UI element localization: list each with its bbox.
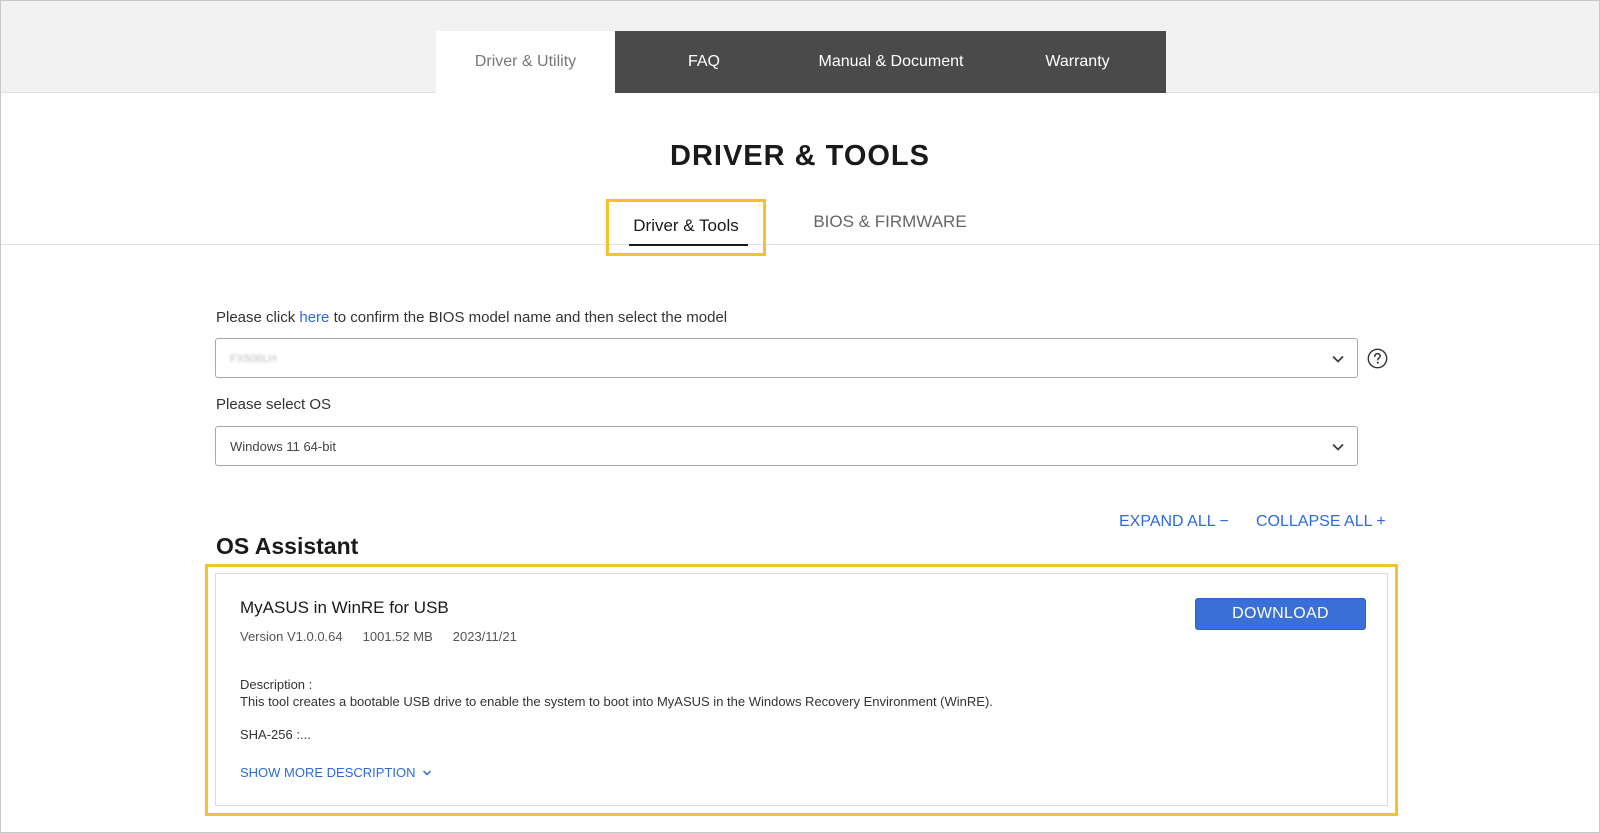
item-size: 1001.52 MB bbox=[362, 629, 433, 644]
expand-all-label: EXPAND ALL bbox=[1119, 513, 1216, 530]
chevron-down-icon bbox=[422, 769, 431, 776]
subtab-driver-tools-label: Driver & Tools bbox=[633, 216, 739, 235]
description-text: This tool creates a bootable USB drive t… bbox=[240, 694, 993, 709]
tab-warranty[interactable]: Warranty bbox=[989, 31, 1166, 93]
bios-help-link[interactable]: here bbox=[299, 309, 329, 326]
bios-prompt-after: to confirm the BIOS model name and then … bbox=[329, 309, 728, 326]
sub-tabs-divider bbox=[1, 244, 1599, 245]
subtab-bios-firmware[interactable]: BIOS & FIRMWARE bbox=[800, 212, 980, 232]
download-item-card: MyASUS in WinRE for USB Version V1.0.0.6… bbox=[215, 573, 1388, 806]
item-version: Version V1.0.0.64 bbox=[240, 629, 343, 644]
help-icon[interactable] bbox=[1367, 348, 1388, 369]
model-select-value: FX506LH bbox=[230, 353, 277, 365]
collapse-all-button[interactable]: COLLAPSE ALL + bbox=[1256, 513, 1386, 531]
item-date: 2023/11/21 bbox=[452, 629, 517, 644]
subtab-driver-tools[interactable]: Driver & Tools bbox=[606, 199, 766, 256]
os-label: Please select OS bbox=[216, 396, 332, 413]
show-more-label: SHOW MORE DESCRIPTION bbox=[240, 765, 416, 780]
show-more-description-button[interactable]: SHOW MORE DESCRIPTION bbox=[240, 765, 432, 780]
page-title: DRIVER & TOOLS bbox=[670, 140, 930, 172]
tab-manual-document[interactable]: Manual & Document bbox=[793, 31, 989, 93]
collapse-all-label: COLLAPSE ALL bbox=[1256, 513, 1372, 530]
minus-icon: − bbox=[1219, 513, 1229, 530]
chevron-down-icon bbox=[1332, 443, 1344, 451]
top-tab-bar: Driver & Utility FAQ Manual & Document W… bbox=[1, 1, 1599, 93]
expand-all-button[interactable]: EXPAND ALL − bbox=[1119, 513, 1229, 531]
tab-faq[interactable]: FAQ bbox=[615, 31, 793, 93]
active-tab-underline bbox=[629, 244, 748, 246]
top-tabs: Driver & Utility FAQ Manual & Document W… bbox=[436, 31, 1166, 93]
tab-driver-utility[interactable]: Driver & Utility bbox=[436, 31, 615, 93]
bios-prompt: Please click here to confirm the BIOS mo… bbox=[216, 309, 727, 326]
model-select[interactable]: FX506LH bbox=[215, 338, 1358, 378]
description-label: Description : bbox=[240, 677, 313, 692]
plus-icon: + bbox=[1376, 513, 1386, 530]
bios-prompt-before: Please click bbox=[216, 309, 300, 326]
section-title: OS Assistant bbox=[216, 533, 359, 559]
chevron-down-icon bbox=[1332, 355, 1344, 363]
item-title: MyASUS in WinRE for USB bbox=[240, 598, 449, 617]
os-select-value: Windows 11 64-bit bbox=[230, 439, 336, 454]
item-meta: Version V1.0.0.64 1001.52 MB 2023/11/21 bbox=[240, 629, 517, 644]
sha-256: SHA-256 :... bbox=[240, 727, 311, 742]
os-select[interactable]: Windows 11 64-bit bbox=[215, 426, 1358, 466]
download-button[interactable]: DOWNLOAD bbox=[1195, 598, 1366, 630]
